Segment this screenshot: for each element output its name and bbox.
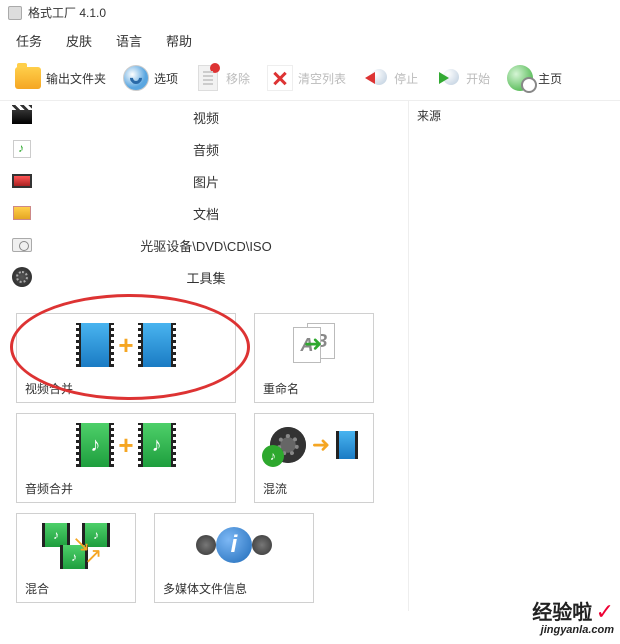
menu-help[interactable]: 帮助 xyxy=(166,31,192,50)
folder-icon xyxy=(15,67,41,89)
tools-icon xyxy=(12,267,32,287)
audio-film-icon: ♪ xyxy=(76,423,114,467)
source-header: 来源 xyxy=(417,107,612,124)
tool-audio-merge[interactable]: ♪ + ♪ 音频合并 xyxy=(16,413,236,503)
output-folder-label: 输出文件夹 xyxy=(46,70,106,87)
category-audio-label: 音频 xyxy=(44,140,408,159)
tool-audio-merge-label: 音频合并 xyxy=(17,476,235,501)
plus-icon: + xyxy=(118,330,133,361)
tool-video-merge[interactable]: + 视频合并 xyxy=(16,313,236,403)
tool-mix-label: 混合 xyxy=(17,576,135,601)
tool-video-merge-label: 视频合并 xyxy=(17,376,235,401)
mux-icon: ♪ ➜ xyxy=(270,427,358,463)
category-audio[interactable]: 音频 xyxy=(0,133,408,165)
audio-icon xyxy=(13,140,31,158)
rename-icon: BA➜ xyxy=(289,323,339,367)
info-icon: i xyxy=(194,521,274,569)
category-document[interactable]: 文档 xyxy=(0,197,408,229)
window-title: 格式工厂 4.1.0 xyxy=(28,4,106,21)
menu-task[interactable]: 任务 xyxy=(16,31,42,50)
tool-mix[interactable]: ♪♪♪ ↘ ↗ 混合 xyxy=(16,513,136,603)
category-list: 视频 音频 图片 文档 光驱设备\DVD\CD\ISO 工具集 xyxy=(0,101,408,293)
menubar: 任务 皮肤 语言 帮助 xyxy=(0,25,620,56)
stop-button[interactable]: 停止 xyxy=(356,60,424,96)
picture-icon xyxy=(12,174,32,188)
remove-button[interactable]: 移除 xyxy=(188,60,256,96)
x-icon xyxy=(267,65,293,91)
remove-icon xyxy=(198,65,218,91)
titlebar: 格式工厂 4.1.0 xyxy=(0,0,620,25)
category-picture-label: 图片 xyxy=(44,172,408,191)
gear-icon xyxy=(123,65,149,91)
start-button[interactable]: 开始 xyxy=(428,60,496,96)
tool-mux[interactable]: ♪ ➜ 混流 xyxy=(254,413,374,503)
category-video-label: 视频 xyxy=(44,108,408,127)
watermark-text: 经验啦 xyxy=(532,602,592,624)
audio-film-icon: ♪ xyxy=(138,423,176,467)
tools-grid: + 视频合并 BA➜ 重命名 ♪ + ♪ 音频合并 xyxy=(0,305,408,611)
app-icon xyxy=(8,6,22,20)
film-icon xyxy=(76,323,114,367)
menu-skin[interactable]: 皮肤 xyxy=(66,31,92,50)
start-icon xyxy=(435,65,461,91)
watermark: 经验啦 ✓ jingyanla.com xyxy=(532,600,614,636)
category-picture[interactable]: 图片 xyxy=(0,165,408,197)
options-button[interactable]: 选项 xyxy=(116,60,184,96)
options-label: 选项 xyxy=(154,70,178,87)
tool-media-info-label: 多媒体文件信息 xyxy=(155,576,313,601)
main-area: 视频 音频 图片 文档 光驱设备\DVD\CD\ISO 工具集 xyxy=(0,101,620,611)
start-label: 开始 xyxy=(466,70,490,87)
category-drive-label: 光驱设备\DVD\CD\ISO xyxy=(44,236,408,255)
right-panel: 来源 xyxy=(408,101,620,611)
category-drive[interactable]: 光驱设备\DVD\CD\ISO xyxy=(0,229,408,261)
video-icon xyxy=(12,110,32,124)
watermark-url: jingyanla.com xyxy=(532,624,614,636)
stop-icon xyxy=(363,65,389,91)
drive-icon xyxy=(12,238,32,252)
menu-language[interactable]: 语言 xyxy=(116,31,142,50)
plus-icon: + xyxy=(118,430,133,461)
clear-list-button[interactable]: 清空列表 xyxy=(260,60,352,96)
category-video[interactable]: 视频 xyxy=(0,101,408,133)
remove-label: 移除 xyxy=(226,70,250,87)
left-panel: 视频 音频 图片 文档 光驱设备\DVD\CD\ISO 工具集 xyxy=(0,101,408,611)
document-icon xyxy=(13,206,31,220)
tool-media-info[interactable]: i 多媒体文件信息 xyxy=(154,513,314,603)
tool-rename[interactable]: BA➜ 重命名 xyxy=(254,313,374,403)
tool-mux-label: 混流 xyxy=(255,476,373,501)
home-label: 主页 xyxy=(538,70,562,87)
clear-list-label: 清空列表 xyxy=(298,70,346,87)
checkmark-icon: ✓ xyxy=(596,599,614,624)
mix-icon: ♪♪♪ ↘ ↗ xyxy=(40,521,112,569)
home-button[interactable]: 主页 xyxy=(500,60,568,96)
globe-icon xyxy=(507,65,533,91)
toolbar: 输出文件夹 选项 移除 清空列表 停止 开始 主页 xyxy=(0,56,620,101)
output-folder-button[interactable]: 输出文件夹 xyxy=(8,60,112,96)
film-icon xyxy=(138,323,176,367)
stop-label: 停止 xyxy=(394,70,418,87)
category-tools[interactable]: 工具集 xyxy=(0,261,408,293)
category-document-label: 文档 xyxy=(44,204,408,223)
category-tools-label: 工具集 xyxy=(44,268,408,287)
tool-rename-label: 重命名 xyxy=(255,376,373,401)
